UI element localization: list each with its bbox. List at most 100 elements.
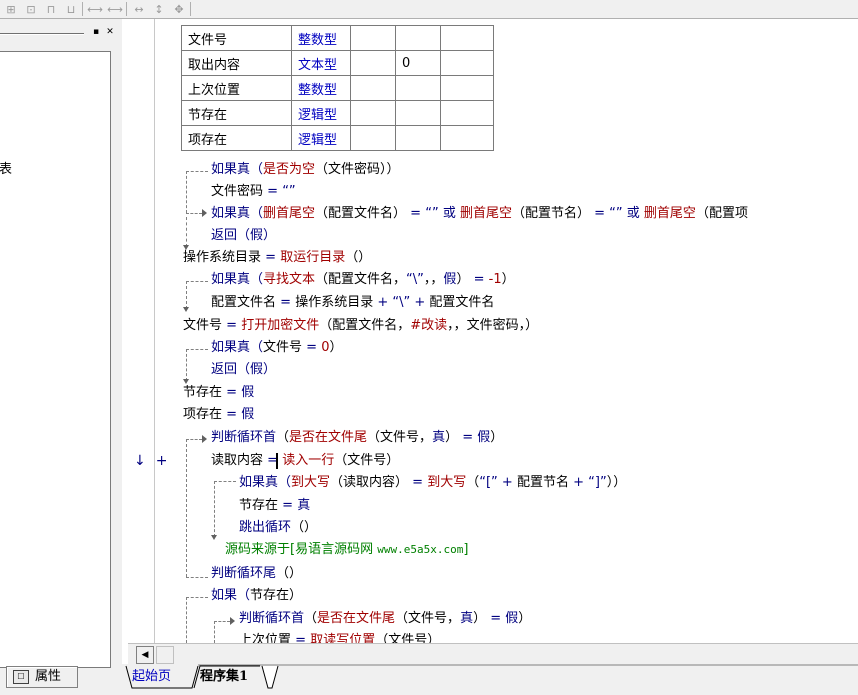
code-line[interactable]: 文件号 = 打开加密文件（配置文件名，#改读，，文件密码，） <box>183 316 538 336</box>
code-line[interactable]: 返回（假） <box>211 360 276 380</box>
variable-flag[interactable] <box>350 25 396 51</box>
code-text: ） <box>518 611 532 626</box>
same-height-icon[interactable]: ↕ <box>150 1 168 18</box>
variable-name[interactable]: 文件号 <box>181 25 292 51</box>
toolbar-separator <box>126 2 127 16</box>
variable-name[interactable]: 取出内容 <box>181 50 292 76</box>
code-line[interactable]: 配置文件名 = 操作系统目录 + “\” + 配置文件名 <box>211 293 494 313</box>
maximize-icon[interactable]: ▪ <box>90 26 102 38</box>
center-icon[interactable]: ⊡ <box>22 1 40 18</box>
code-line[interactable]: 源码来源于[易语言源码网 www.e5a5x.com] <box>225 540 468 560</box>
flow-guide <box>186 577 208 578</box>
horizontal-scrollbar[interactable]: ◀ <box>128 643 858 664</box>
flow-guide <box>186 439 187 577</box>
keyword: 假 <box>505 611 519 626</box>
space-vertical-icon[interactable]: ⟷ <box>106 1 124 18</box>
variable-note[interactable] <box>440 75 494 101</box>
code-text: （读取内容） <box>330 475 409 490</box>
space-horizontal-icon[interactable]: ⟷ <box>86 1 104 18</box>
project-tree[interactable]: 表 <box>0 51 111 668</box>
align-icon[interactable]: ⊞ <box>2 1 20 18</box>
variable-default[interactable]: 0 <box>395 50 441 76</box>
variable-row[interactable]: 项存在 逻辑型 <box>181 125 494 151</box>
variable-default[interactable] <box>395 25 441 51</box>
variable-row[interactable]: 取出内容 文本型 0 <box>181 50 494 76</box>
align-top-icon[interactable]: ⊓ <box>42 1 60 18</box>
code-line[interactable]: 如果真（是否为空（文件密码）） <box>211 160 400 180</box>
string-literal: “” <box>282 184 296 199</box>
variable-type[interactable]: 逻辑型 <box>291 125 351 151</box>
code-text: （文件号， <box>395 611 461 626</box>
left-panel: ▪ ✕ 表 ☐ 属性 <box>0 19 122 695</box>
code-text: 节存在 <box>250 588 290 603</box>
flow-guide <box>186 349 187 381</box>
align-bottom-icon[interactable]: ⊔ <box>62 1 80 18</box>
variable-note[interactable] <box>440 25 494 51</box>
tab-start-page[interactable]: 起始页 <box>132 666 171 688</box>
function-name: 打开加密文件 <box>241 318 320 333</box>
keyword: 如果真（ <box>211 272 264 287</box>
code-line[interactable]: 项存在 = 假 <box>183 405 254 425</box>
document-tabs: 起始页 程序集1 <box>122 664 858 695</box>
scroll-left-icon[interactable]: ◀ <box>136 646 154 664</box>
plus-icon[interactable]: + <box>156 453 168 469</box>
variable-default[interactable] <box>395 100 441 126</box>
code-line[interactable]: 判断循环尾（） <box>211 564 302 584</box>
same-width-icon[interactable]: ↔ <box>130 1 148 18</box>
variable-row[interactable]: 上次位置 整数型 <box>181 75 494 101</box>
code-editor[interactable]: ↓ + 文件号 整数型 取出内容 文本型 0 上次位置 整数型 节存在 逻辑型 项存在 逻辑型 如果真… <box>128 19 858 643</box>
variable-note[interactable] <box>440 125 494 151</box>
variable-type[interactable]: 逻辑型 <box>291 100 351 126</box>
tab-program-set[interactable]: 程序集1 <box>200 666 248 688</box>
variable-row[interactable]: 节存在 逻辑型 <box>181 100 494 126</box>
code-line[interactable]: 如果真（到大写（读取内容） = 到大写（“[” + 配置节名 + “]”）） <box>239 473 626 493</box>
panel-grip[interactable] <box>0 33 84 35</box>
variable-name[interactable]: 节存在 <box>181 100 292 126</box>
code-text: （配置项 <box>695 206 748 221</box>
variable-default[interactable] <box>395 125 441 151</box>
variable-type[interactable]: 整数型 <box>291 25 351 51</box>
variable-row[interactable]: 文件号 整数型 <box>181 25 494 51</box>
variable-default[interactable] <box>395 75 441 101</box>
flow-guide <box>186 281 187 309</box>
variable-table[interactable]: 文件号 整数型 取出内容 文本型 0 上次位置 整数型 节存在 逻辑型 项存在 逻辑型 <box>181 25 494 151</box>
function-name: 取运行目录 <box>280 250 346 265</box>
code-line[interactable]: 返回（假） <box>211 226 276 246</box>
code-line[interactable]: 如果真（寻找文本（配置文件名，“\”，，假） = -1） <box>211 270 515 290</box>
variable-type[interactable]: 整数型 <box>291 75 351 101</box>
code-line[interactable]: 节存在 = 真 <box>239 496 310 516</box>
code-line[interactable]: 如果真（文件号 = 0） <box>211 338 343 358</box>
variable-flag[interactable] <box>350 50 396 76</box>
operator: = <box>278 498 298 513</box>
code-line[interactable]: 节存在 = 假 <box>183 383 254 403</box>
properties-tab[interactable]: ☐ 属性 <box>6 666 78 688</box>
code-text: 节存在 <box>183 385 223 400</box>
function-name: 是否在文件尾 <box>289 430 368 445</box>
variable-note[interactable] <box>440 50 494 76</box>
variable-type[interactable]: 文本型 <box>291 50 351 76</box>
variable-flag[interactable] <box>350 125 396 151</box>
code-line[interactable]: 如果真（删首尾空（配置文件名） = “” 或 删首尾空（配置节名） = “” 或… <box>211 204 748 224</box>
scroll-thumb[interactable] <box>156 646 174 664</box>
variable-flag[interactable] <box>350 75 396 101</box>
code-line[interactable]: 如果（节存在） <box>211 586 302 606</box>
code-text: ） <box>501 272 515 287</box>
code-line[interactable]: 上次位置 = 取读写位置（文件号） <box>239 631 440 643</box>
properties-tab-label: 属性 <box>35 669 62 684</box>
variable-flag[interactable] <box>350 100 396 126</box>
close-icon[interactable]: ✕ <box>104 26 116 38</box>
variable-note[interactable] <box>440 100 494 126</box>
code-line[interactable]: 文件密码 = “” <box>211 182 296 202</box>
function-name: 删首尾空 <box>459 206 512 221</box>
code-text: 操作系统目录 <box>295 295 374 310</box>
code-line[interactable]: 读取内容 = 读入一行（文件号） <box>211 451 399 471</box>
same-size-icon[interactable]: ✥ <box>170 1 188 18</box>
code-line[interactable]: 操作系统目录 = 取运行目录（） <box>183 248 371 268</box>
tree-item-truncated[interactable]: 表 <box>0 158 12 177</box>
variable-name[interactable]: 项存在 <box>181 125 292 151</box>
variable-name[interactable]: 上次位置 <box>181 75 292 101</box>
code-line[interactable]: 跳出循环（） <box>239 518 317 538</box>
code-line[interactable]: 判断循环首（是否在文件尾（文件号，真） = 假） <box>211 428 503 448</box>
code-line[interactable]: 判断循环首（是否在文件尾（文件号，真） = 假） <box>239 609 531 629</box>
code-text: （ <box>304 611 318 626</box>
